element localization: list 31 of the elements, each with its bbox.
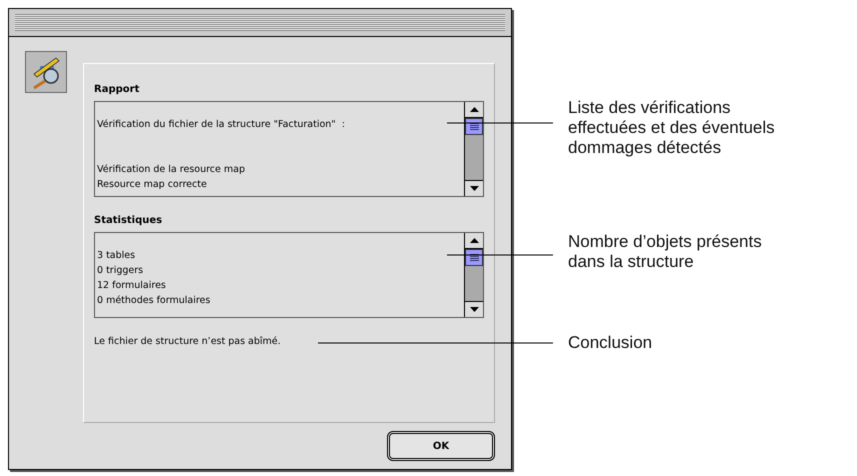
up-arrow-icon: [470, 107, 478, 112]
report-line: 0 triggers: [97, 264, 144, 278]
scroll-down-button[interactable]: [465, 301, 483, 317]
scroll-thumb[interactable]: [465, 118, 483, 135]
grip-icon: [470, 122, 478, 131]
text-area[interactable]: 3 tables 0 triggers 12 formulaires 0 méthodes formulaires: [94, 232, 484, 318]
down-arrow-icon: [470, 186, 478, 191]
scroll-thumb[interactable]: [465, 249, 483, 266]
report-line: Resource map correcte: [97, 178, 208, 192]
scroll-up-button[interactable]: [465, 102, 483, 118]
callout-text: Liste des vérifications effectuées et des éventuels dommages détectés: [568, 98, 776, 158]
callout-text: Conclusion: [568, 333, 654, 353]
report-line: Vérification de la resource map: [97, 163, 246, 177]
callout-text: Nombre d’objets présents dans la structure: [568, 232, 763, 272]
scroll-down-button[interactable]: [465, 180, 483, 196]
down-arrow-icon: [470, 307, 478, 312]
scroll-up-button[interactable]: [465, 233, 483, 249]
report-line: 12 formulaires: [97, 279, 167, 293]
text-area[interactable]: Vérification du fichier de la structure "Facturation" : Vérification de la resource map Resource map correcte: [94, 101, 484, 197]
report-line: 0 méthodes formulaires: [97, 294, 212, 308]
report-line: Vérification du fichier de la structure "Facturation" :: [97, 118, 346, 132]
section-heading: Rapport: [94, 84, 140, 95]
scroll-bar[interactable]: [464, 102, 483, 196]
up-arrow-icon: [470, 238, 478, 243]
report-line: 3 tables: [97, 249, 136, 263]
grip-icon: [470, 253, 478, 262]
pencil-magnifier-icon: [25, 51, 67, 93]
ok-button[interactable]: OK: [387, 431, 495, 461]
section-heading: Statistiques: [94, 215, 164, 226]
conclusion-text: Le fichier de structure n’est pas abîmé.: [94, 336, 281, 347]
scroll-bar[interactable]: [464, 233, 483, 317]
